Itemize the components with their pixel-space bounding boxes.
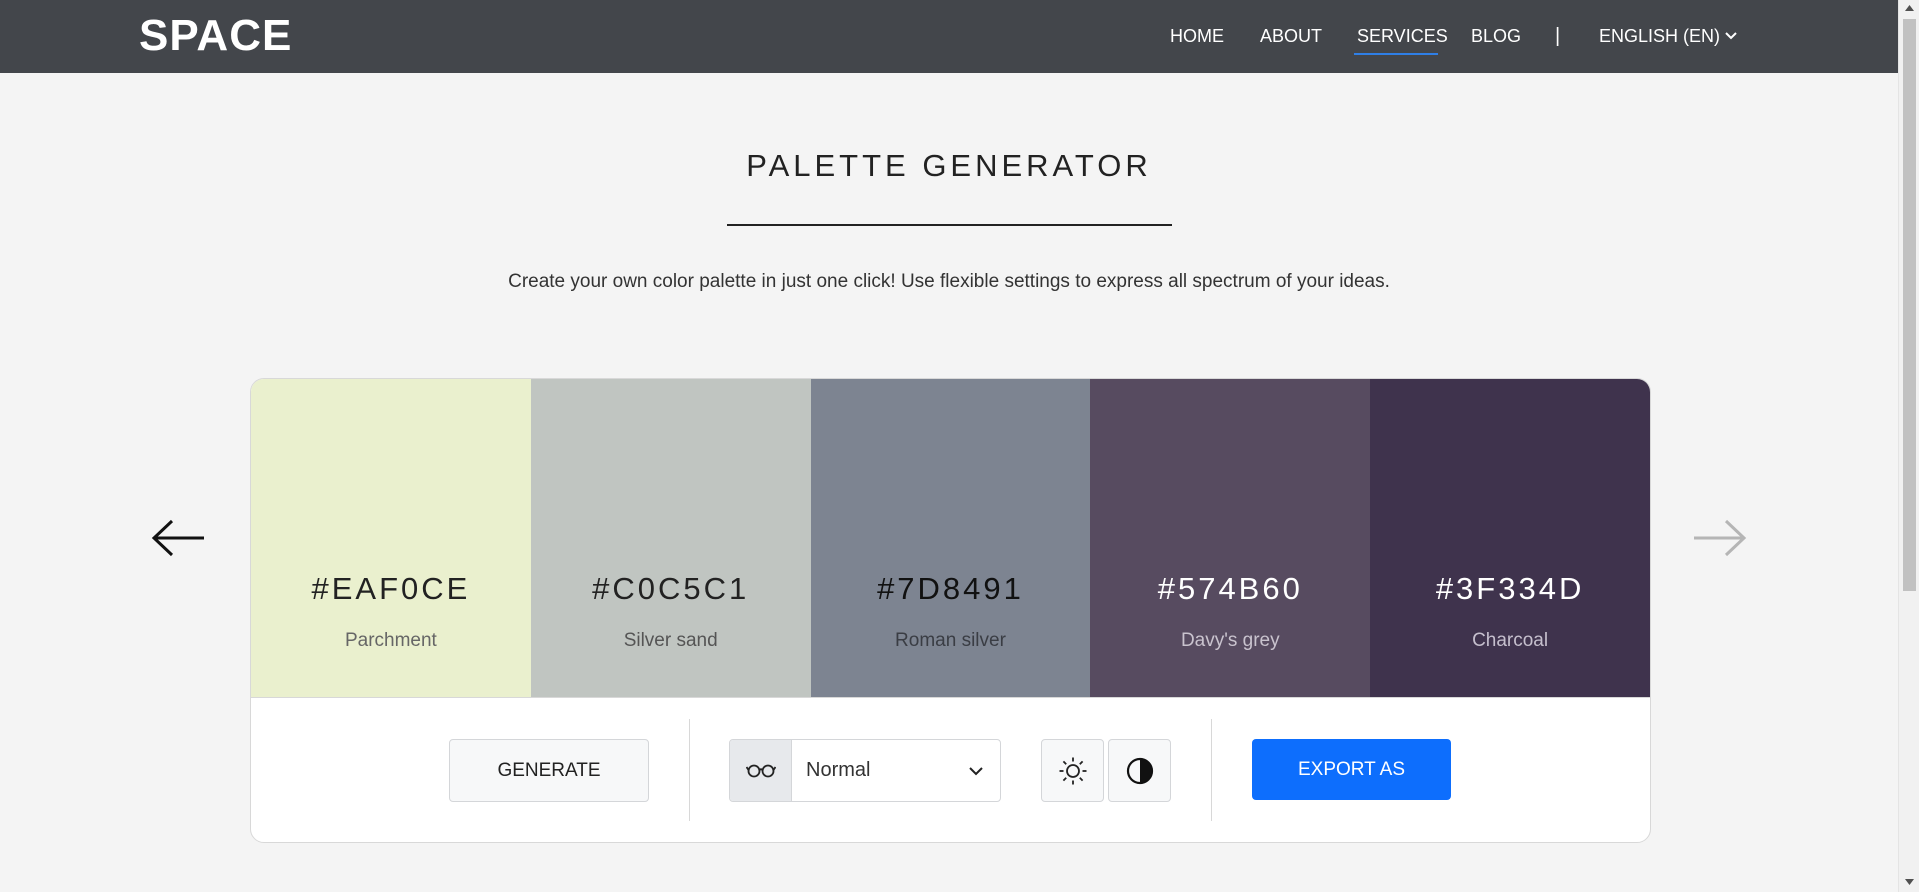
swatch-name: Charcoal xyxy=(1472,630,1549,651)
color-swatch[interactable]: #7D8491 Roman silver xyxy=(810,379,1091,697)
nav-item-services[interactable]: SERVICES xyxy=(1357,24,1448,48)
toolbar-divider xyxy=(1211,719,1212,821)
swatch-name: Davy's grey xyxy=(1180,630,1280,651)
active-nav-indicator xyxy=(1354,53,1438,55)
toolbar-divider xyxy=(689,719,690,821)
nav-separator: | xyxy=(1555,25,1561,47)
chevron-down-icon[interactable] xyxy=(1724,29,1738,43)
color-swatch[interactable]: #3F334D Charcoal xyxy=(1370,379,1650,697)
top-navbar: SPACE HOME ABOUT SERVICES BLOG | ENGLISH… xyxy=(0,0,1898,73)
contrast-button[interactable] xyxy=(1108,739,1171,802)
swatch-hex[interactable]: #C0C5C1 xyxy=(531,571,811,607)
swatch-hex[interactable]: #3F334D xyxy=(1370,571,1650,607)
brightness-button[interactable] xyxy=(1041,739,1104,802)
arrow-right-icon[interactable] xyxy=(1692,518,1748,558)
nav-item-blog[interactable]: BLOG xyxy=(1471,24,1521,48)
scrollbar-thumb[interactable] xyxy=(1903,19,1916,591)
page-title: PALETTE GENERATOR xyxy=(746,148,1152,183)
title-divider xyxy=(727,224,1172,226)
color-swatch[interactable]: #574B60 Davy's grey xyxy=(1090,379,1371,697)
swatch-hex[interactable]: #574B60 xyxy=(1090,571,1370,607)
vision-mode-select[interactable]: Normal xyxy=(729,739,1001,802)
chevron-down-icon[interactable] xyxy=(968,764,984,778)
swatch-name: Parchment xyxy=(344,630,437,651)
sun-icon xyxy=(1059,757,1087,785)
vision-icon-box xyxy=(730,740,792,801)
export-button[interactable]: EXPORT AS xyxy=(1252,739,1451,800)
palette-card: #EAF0CE Parchment #C0C5C1 Silver sand #7… xyxy=(250,378,1651,843)
page-scrollbar[interactable] xyxy=(1898,0,1919,892)
swatch-hex[interactable]: #EAF0CE xyxy=(251,571,531,607)
swatch-name: Roman silver xyxy=(895,630,1006,651)
scroll-up-icon[interactable] xyxy=(1905,4,1914,12)
nav-item-about[interactable]: ABOUT xyxy=(1260,24,1322,48)
page-subtitle: Create your own color palette in just on… xyxy=(508,271,1390,292)
glasses-icon xyxy=(746,764,776,778)
color-swatch[interactable]: #EAF0CE Parchment xyxy=(251,379,531,697)
nav-item-home[interactable]: HOME xyxy=(1170,24,1224,48)
color-swatch[interactable]: #C0C5C1 Silver sand xyxy=(530,379,811,697)
swatch-hex[interactable]: #7D8491 xyxy=(811,571,1091,607)
vision-mode-value[interactable]: Normal xyxy=(806,740,870,801)
swatch-name: Silver sand xyxy=(623,630,718,651)
swatch-row: #EAF0CE Parchment #C0C5C1 Silver sand #7… xyxy=(251,379,1650,698)
generate-button[interactable]: GENERATE xyxy=(449,739,649,802)
scroll-down-icon[interactable] xyxy=(1905,878,1914,886)
contrast-icon xyxy=(1126,757,1154,785)
arrow-left-icon[interactable] xyxy=(150,518,206,558)
brand-logo[interactable]: SPACE xyxy=(139,12,292,60)
language-selector[interactable]: ENGLISH (EN) xyxy=(1599,24,1720,48)
